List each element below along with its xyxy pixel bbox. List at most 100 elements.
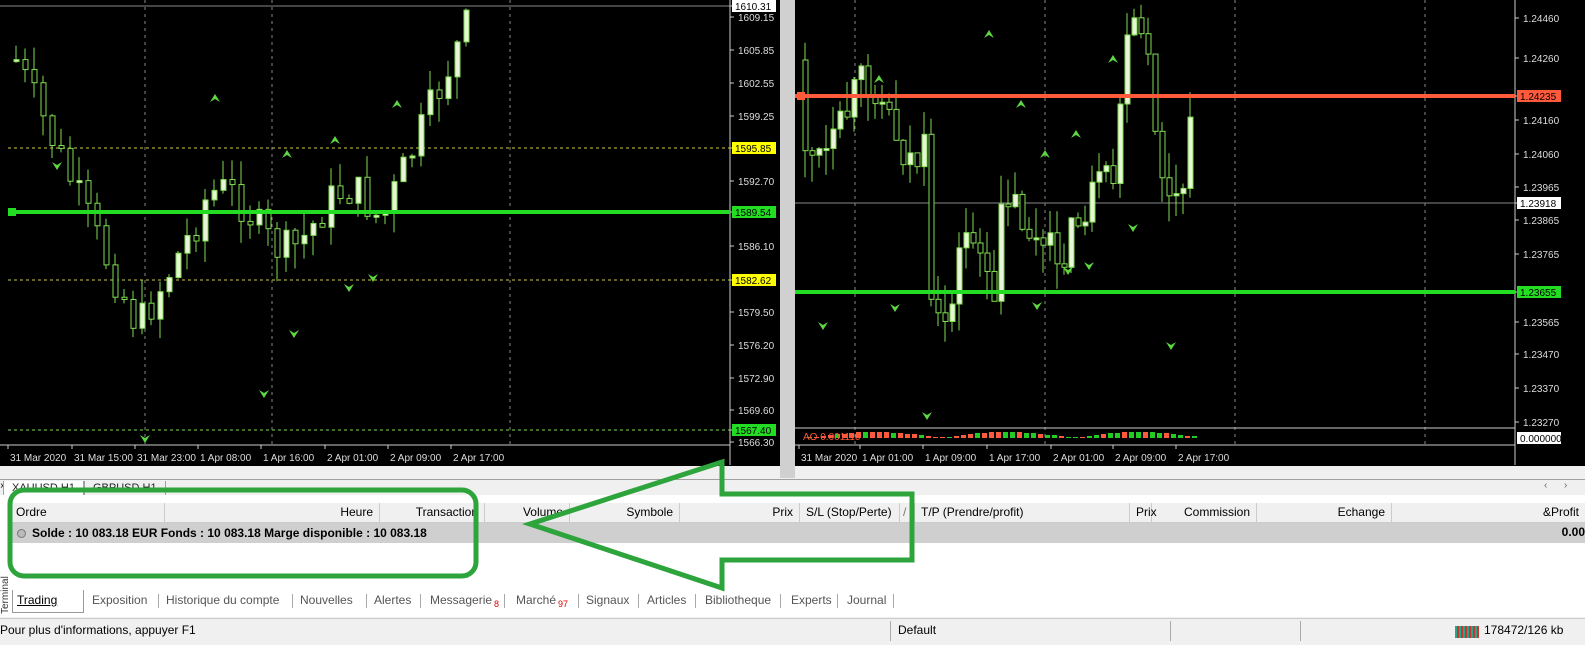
candle-body <box>1103 165 1110 173</box>
candle-body <box>103 225 110 266</box>
candle-body <box>823 148 830 152</box>
tab-alertes[interactable]: Alertes <box>370 590 415 612</box>
tab-divider <box>780 594 781 608</box>
tab-historique[interactable]: Historique du compte <box>162 590 283 612</box>
fractal-up-icon <box>984 30 994 38</box>
ao-bar <box>1185 436 1190 438</box>
ao-bar <box>877 432 882 438</box>
gbpusd-chart[interactable]: 1.24460 1.24260 1.24235 1.24160 1.24060 1.239… <box>795 0 1585 466</box>
candle-body <box>956 247 963 305</box>
price-tick-label: 1.23270 <box>1523 418 1560 429</box>
col-take-profit[interactable]: T/P (Prendre/profit) <box>915 503 1130 522</box>
ao-bar <box>1164 433 1169 438</box>
tab-divider <box>893 594 894 608</box>
candle-body <box>292 229 299 245</box>
candle-body <box>816 148 823 156</box>
balance-row[interactable]: Solde : 10 083.18 EUR Fonds : 10 083.18 … <box>10 523 1585 543</box>
tab-signaux[interactable]: Signaux <box>582 590 633 612</box>
chart-splitter[interactable] <box>780 0 795 478</box>
tab-exposition[interactable]: Exposition <box>88 590 151 612</box>
fractal-down-icon <box>1128 224 1138 232</box>
col-ordre[interactable]: Ordre <box>10 503 165 522</box>
price-tick-label: 1572.90 <box>738 374 775 385</box>
xauusd-chart-canvas[interactable]: 1610.311609.15 1605.85 1602.55 1599.25 1595.… <box>0 0 780 466</box>
tab-gbpusd[interactable]: GBPUSD,H1 <box>84 481 166 496</box>
col-stop-loss[interactable]: S/L (Stop/Perte) <box>800 503 900 522</box>
candle-body <box>809 150 816 156</box>
col-prix-2[interactable]: Prix <box>1130 503 1157 522</box>
col-volume[interactable]: Volume <box>485 503 570 522</box>
ao-bar <box>912 434 917 438</box>
candle-body <box>1124 34 1131 105</box>
price-tick-label: 1602.55 <box>738 79 775 90</box>
col-commission[interactable]: Commission <box>1152 503 1257 522</box>
ao-bar <box>954 436 959 438</box>
candle-body <box>49 115 56 146</box>
fractal-up-icon <box>210 94 220 102</box>
status-traffic: 178472/126 kb <box>1484 623 1564 637</box>
tab-articles[interactable]: Articles <box>643 590 690 612</box>
tab-messagerie-label: Messagerie <box>430 593 493 607</box>
candle-body <box>949 303 956 322</box>
candle-body <box>319 222 326 228</box>
marche-count: 97 <box>558 599 569 610</box>
candle-body <box>935 298 942 314</box>
price-tick-label: 1.23965 <box>1523 183 1560 194</box>
price-tick-label: 1.24260 <box>1523 54 1560 65</box>
price-tick-label: 1576.20 <box>738 341 775 352</box>
ao-bar <box>1010 432 1015 438</box>
ao-bar <box>898 433 903 438</box>
gbpusd-chart-canvas[interactable]: 1.24460 1.24260 1.24235 1.24160 1.24060 1.239… <box>795 0 1585 466</box>
ao-bar <box>1192 436 1197 438</box>
fractal-up-icon <box>282 150 292 158</box>
tab-trading[interactable]: Trading <box>12 590 84 613</box>
col-heure[interactable]: Heure <box>165 503 380 522</box>
tab-experts[interactable]: Experts <box>787 590 836 612</box>
tab-xauusd[interactable]: XAUUSD,H1 <box>3 481 84 496</box>
candle-body <box>1054 232 1061 265</box>
col-profit[interactable]: &Profit <box>1392 503 1585 522</box>
ao-bar <box>1024 433 1029 438</box>
scroll-right-icon[interactable]: › <box>1564 480 1567 491</box>
col-echange[interactable]: Echange <box>1257 503 1392 522</box>
status-profile[interactable]: Default <box>898 623 936 637</box>
fractal-up-icon <box>1108 55 1118 63</box>
time-tick-label: 2 Apr 09:00 <box>390 453 442 464</box>
scroll-left-icon[interactable]: ‹ <box>1544 480 1547 491</box>
candle-body <box>879 101 886 105</box>
ao-bar <box>1087 436 1092 438</box>
candle-body <box>1145 33 1152 55</box>
ao-bar <box>940 437 945 438</box>
ao-bar <box>1059 436 1064 438</box>
col-symbole[interactable]: Symbole <box>570 503 680 522</box>
price-tick-label: 1.23865 <box>1523 216 1560 227</box>
col-transaction[interactable]: Transaction <box>380 503 485 522</box>
candle-body <box>175 252 182 279</box>
tab-journal[interactable]: Journal <box>843 590 890 612</box>
price-label-resistance: 1.24235 <box>1520 92 1557 103</box>
ao-bar <box>1171 434 1176 438</box>
trade-table-header: Ordre Heure Transaction Volume Symbole P… <box>10 503 1585 523</box>
col-prix[interactable]: Prix <box>680 503 800 522</box>
candle-body <box>247 220 254 226</box>
candle-body <box>1082 221 1089 227</box>
fractal-down-icon <box>1032 302 1042 310</box>
tab-divider <box>292 594 293 608</box>
tab-marche[interactable]: Marché 97 <box>512 590 572 612</box>
candle-body <box>1110 165 1117 185</box>
tab-nouvelles[interactable]: Nouvelles <box>296 590 357 612</box>
tab-bibliotheque[interactable]: Bibliotheque <box>701 590 775 612</box>
xauusd-chart[interactable]: 1610.311609.15 1605.85 1602.55 1599.25 1595.… <box>0 0 780 466</box>
price-label-top: 1610.31 <box>735 2 772 13</box>
time-tick-label: 1 Apr 08:00 <box>200 453 252 464</box>
candle-body <box>238 184 245 222</box>
col-sort-marker[interactable]: / <box>900 503 915 522</box>
candle-body <box>886 101 893 110</box>
candle-body <box>998 203 1005 302</box>
ao-bar <box>989 432 994 438</box>
tab-messagerie[interactable]: Messagerie 8 <box>426 590 503 612</box>
candle-body <box>858 65 865 81</box>
candle-body <box>427 89 434 116</box>
candle-body <box>31 69 38 84</box>
candle-body <box>436 89 443 99</box>
